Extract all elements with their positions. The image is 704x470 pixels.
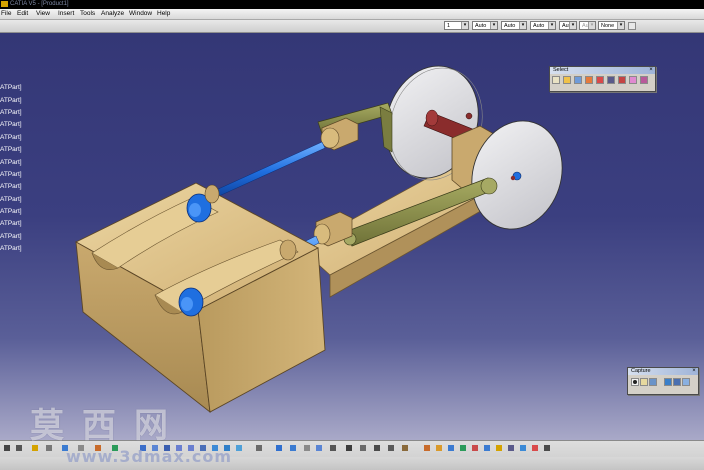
site-watermark-url: www.3dmax.com xyxy=(66,447,232,466)
angle-icon[interactable] xyxy=(388,445,394,451)
album-icon[interactable] xyxy=(640,378,648,386)
track-icon[interactable] xyxy=(436,445,442,451)
select-touch-icon[interactable] xyxy=(574,76,582,84)
select-icon[interactable] xyxy=(276,445,282,451)
select-toolbar-title: Select × xyxy=(550,67,655,74)
menu-view[interactable]: View xyxy=(36,9,50,19)
speed-icon[interactable] xyxy=(532,445,538,451)
close-icon[interactable]: × xyxy=(648,67,654,73)
swap-space-icon[interactable] xyxy=(256,445,262,451)
capture-settings-icon[interactable] xyxy=(682,378,690,386)
replay-icon[interactable] xyxy=(460,445,466,451)
line-weight-dropdown[interactable]: Auto ▾ xyxy=(530,21,556,30)
select-toolbar[interactable]: Select × xyxy=(549,66,656,92)
explode-icon[interactable] xyxy=(316,445,322,451)
menu-file[interactable]: File xyxy=(1,9,11,19)
site-watermark: 莫西网 xyxy=(30,406,186,446)
simulation-icon[interactable] xyxy=(424,445,430,451)
capture-icon[interactable] xyxy=(631,378,639,386)
point-symbol-dropdown[interactable]: Aut ▾ xyxy=(579,21,596,30)
menu-insert[interactable]: Insert xyxy=(58,9,74,19)
capture-options-icon[interactable] xyxy=(649,378,657,386)
linetype-dropdown[interactable]: Aut ▾ xyxy=(559,21,577,30)
chevron-down-icon: ▾ xyxy=(548,22,555,29)
select-trap-icon[interactable] xyxy=(607,76,615,84)
select-outside-icon[interactable] xyxy=(629,76,637,84)
chevron-down-icon: ▾ xyxy=(569,22,576,29)
select-intersect-icon[interactable] xyxy=(585,76,593,84)
sequence-icon[interactable] xyxy=(448,445,454,451)
contact-icon[interactable] xyxy=(360,445,366,451)
hide-show-icon[interactable] xyxy=(236,445,242,451)
video-capture-icon[interactable] xyxy=(673,378,681,386)
3d-viewport[interactable]: ATPart] ATPart] ATPart] ATPart] ATPart] … xyxy=(0,33,704,440)
window-title: CATIA V5 - [Product1] xyxy=(10,1,69,7)
sensor-icon[interactable] xyxy=(472,445,478,451)
mechanism-icon[interactable] xyxy=(496,445,502,451)
chevron-down-icon: ▾ xyxy=(617,22,624,29)
image-capture-icon[interactable] xyxy=(664,378,672,386)
clash-icon[interactable] xyxy=(330,445,336,451)
menu-edit[interactable]: Edit xyxy=(17,9,28,19)
fix-icon[interactable] xyxy=(402,445,408,451)
swept-volume-icon[interactable] xyxy=(484,445,490,451)
app-logo-icon xyxy=(1,1,8,7)
joint-icon[interactable] xyxy=(508,445,514,451)
capture-toolbar[interactable]: Capture × xyxy=(627,367,699,395)
chevron-down-icon: ▾ xyxy=(588,22,595,29)
law-icon[interactable] xyxy=(520,445,526,451)
menu-tools[interactable]: Tools xyxy=(80,9,95,19)
select-paint-icon[interactable] xyxy=(618,76,626,84)
chevron-down-icon: ▾ xyxy=(490,22,497,29)
chevron-down-icon: ▾ xyxy=(461,22,468,29)
menu-window[interactable]: Window xyxy=(129,9,152,19)
capture-toolbar-title: Capture × xyxy=(628,368,698,375)
snap-icon[interactable] xyxy=(304,445,310,451)
title-bar: CATIA V5 - [Product1] xyxy=(0,0,704,9)
select-polygon-icon[interactable] xyxy=(596,76,604,84)
close-icon[interactable]: × xyxy=(691,368,697,374)
engine-model[interactable] xyxy=(0,33,704,440)
offset-icon[interactable] xyxy=(374,445,380,451)
rear-piston-rod xyxy=(204,141,326,202)
menu-analyze[interactable]: Analyze xyxy=(101,9,124,19)
render-style-dropdown[interactable]: None ▾ xyxy=(598,21,625,30)
color-dropdown[interactable]: Auto ▾ xyxy=(472,21,498,30)
select-filter-icon[interactable] xyxy=(640,76,648,84)
layer-dropdown[interactable]: 1 ▾ xyxy=(444,21,469,30)
analysis-icon[interactable] xyxy=(544,445,550,451)
menu-bar: File Edit View Insert Tools Analyze Wind… xyxy=(0,9,704,20)
chevron-down-icon: ▾ xyxy=(519,22,526,29)
select-box-icon[interactable] xyxy=(563,76,571,84)
coincidence-icon[interactable] xyxy=(346,445,352,451)
menu-help[interactable]: Help xyxy=(157,9,170,19)
undo-icon[interactable] xyxy=(4,445,10,451)
format-painter-icon[interactable] xyxy=(628,22,636,30)
select-arrow-icon[interactable] xyxy=(552,76,560,84)
move-icon[interactable] xyxy=(290,445,296,451)
properties-toolbar: 1 ▾ Auto ▾ Auto ▾ Auto ▾ Aut ▾ Aut ▾ None ▾ xyxy=(0,20,704,33)
redo-icon[interactable] xyxy=(16,445,22,451)
transparency-dropdown[interactable]: Auto ▾ xyxy=(501,21,527,30)
